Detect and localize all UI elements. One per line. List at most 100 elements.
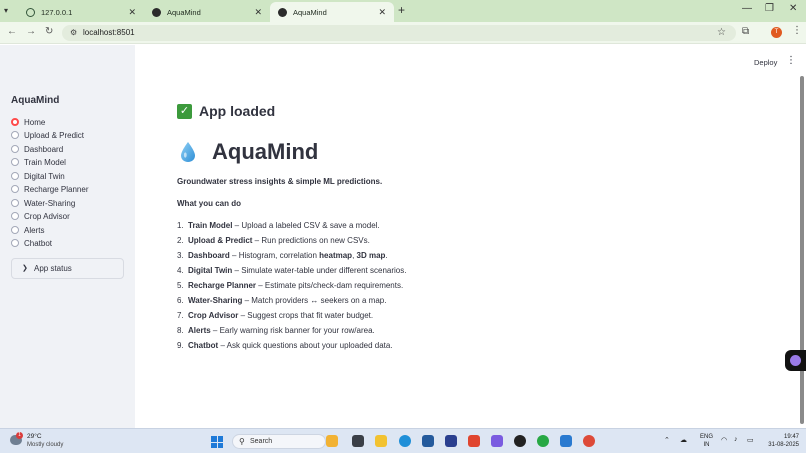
- sidebar-item-label: Crop Advisor: [24, 211, 70, 221]
- app-status-expander[interactable]: ❯ App status: [11, 258, 124, 279]
- feature-number: 6.: [177, 296, 184, 305]
- radio-selected-icon[interactable]: [11, 118, 19, 126]
- radio-icon[interactable]: [11, 145, 19, 153]
- radio-icon[interactable]: [11, 212, 19, 220]
- bookmark-star-icon[interactable]: ☆: [717, 27, 726, 38]
- feature-desc: – Estimate pits/check-dam requirements.: [256, 281, 404, 290]
- new-tab-icon[interactable]: +: [398, 3, 405, 17]
- feature-desc: – Match providers ↔ seekers on a map.: [242, 296, 387, 305]
- weather-temperature[interactable]: 29°C: [27, 433, 42, 440]
- main-menu-icon[interactable]: ⋮: [786, 55, 796, 66]
- feature-number: 9.: [177, 341, 184, 350]
- feature-item: 7. Crop Advisor – Suggest crops that fit …: [177, 311, 373, 320]
- edge-icon[interactable]: [399, 435, 411, 447]
- feature-desc: – Histogram, correlation: [229, 251, 320, 260]
- radio-icon[interactable]: [11, 185, 19, 193]
- feature-name: Alerts: [188, 326, 211, 335]
- feature-name: Digital Twin: [188, 266, 233, 275]
- weather-description[interactable]: Mostly cloudy: [27, 442, 63, 448]
- taskbar-search[interactable]: ⚲ Search: [232, 434, 326, 449]
- brave-icon[interactable]: [468, 435, 480, 447]
- sidebar-item-recharge-planner[interactable]: Recharge Planner: [11, 183, 88, 195]
- radio-icon[interactable]: [11, 131, 19, 139]
- task-view-icon[interactable]: [352, 435, 364, 447]
- app-loaded-heading: ✓ App loaded: [177, 103, 275, 119]
- extensions-icon[interactable]: ⧉: [742, 26, 749, 37]
- tab-aquamind-2[interactable]: AquaMind ✕: [270, 2, 394, 22]
- reload-icon[interactable]: ↻: [45, 26, 53, 37]
- sidebar-item-train-model[interactable]: Train Model: [11, 156, 66, 168]
- search-label: Search: [250, 438, 273, 445]
- chrome-icon[interactable]: [583, 435, 595, 447]
- feature-desc: – Run predictions on new CSVs.: [252, 236, 370, 245]
- window-close-icon[interactable]: ✕: [789, 3, 797, 14]
- tab-label: AquaMind: [167, 7, 201, 17]
- feature-number: 7.: [177, 311, 184, 320]
- radio-icon[interactable]: [11, 158, 19, 166]
- file-explorer-icon[interactable]: [375, 435, 387, 447]
- store-icon[interactable]: [422, 435, 434, 447]
- sidebar-item-dashboard[interactable]: Dashboard: [11, 143, 63, 155]
- sidebar-item-water-sharing[interactable]: Water-Sharing: [11, 197, 75, 209]
- tab-localhost-ip[interactable]: 127.0.0.1 ✕: [18, 2, 144, 22]
- tab-search-icon[interactable]: ▾: [4, 6, 8, 15]
- volume-icon[interactable]: ♪: [734, 436, 738, 443]
- sidebar-item-home[interactable]: Home: [11, 116, 45, 128]
- site-info-icon[interactable]: ⚙: [70, 28, 77, 37]
- url-text[interactable]: localhost:8501: [83, 28, 135, 37]
- close-icon[interactable]: ✕: [128, 7, 136, 18]
- sidebar-item-label: Dashboard: [24, 144, 64, 154]
- back-icon[interactable]: ←: [7, 26, 17, 37]
- sidebar-item-upload-predict[interactable]: Upload & Predict: [11, 129, 84, 141]
- feature-item: 6. Water-Sharing – Match providers ↔ seek…: [177, 296, 386, 305]
- sidebar-item-crop-advisor[interactable]: Crop Advisor: [11, 210, 70, 222]
- close-icon[interactable]: ✕: [378, 7, 386, 18]
- app-icon[interactable]: [445, 435, 457, 447]
- sidebar-item-chatbot[interactable]: Chatbot: [11, 237, 52, 249]
- radio-icon[interactable]: [11, 226, 19, 234]
- browser-tab-strip: ▾ 127.0.0.1 ✕ AquaMind ✕ AquaMind ✕ + — …: [0, 0, 806, 22]
- feature-name: Crop Advisor: [188, 311, 239, 320]
- forward-icon[interactable]: →: [26, 26, 36, 37]
- feature-item: 2. Upload & Predict – Run predictions on …: [177, 236, 370, 245]
- chevron-up-icon[interactable]: ⌃: [664, 436, 670, 444]
- profile-avatar[interactable]: T: [771, 27, 782, 38]
- browser-menu-icon[interactable]: ⋮: [792, 25, 802, 36]
- restore-icon[interactable]: ❐: [765, 3, 774, 14]
- feature-number: 2.: [177, 236, 184, 245]
- search-icon: ⚲: [239, 437, 245, 446]
- sidebar-item-label: Digital Twin: [24, 171, 65, 181]
- browser-toolbar: ← → ↻ ⚙ localhost:8501 ☆: [0, 22, 806, 44]
- floating-assistant-button[interactable]: [785, 350, 806, 371]
- page-scrollbar[interactable]: [800, 76, 804, 424]
- deploy-button[interactable]: Deploy: [754, 58, 777, 67]
- feature-item: 1. Train Model – Upload a labeled CSV & s…: [177, 221, 380, 230]
- feature-desc: – Upload a labeled CSV & save a model.: [232, 221, 380, 230]
- streamlit-icon: [278, 7, 287, 17]
- whatsapp-icon[interactable]: [537, 435, 549, 447]
- sidebar-item-alerts[interactable]: Alerts: [11, 224, 44, 236]
- widget-icon[interactable]: [326, 435, 338, 447]
- chatgpt-icon[interactable]: [514, 435, 526, 447]
- feature-name: Train Model: [188, 221, 233, 230]
- vscode-icon[interactable]: [560, 435, 572, 447]
- language-indicator[interactable]: ENG IN: [700, 433, 713, 449]
- app-icon[interactable]: [491, 435, 503, 447]
- radio-icon[interactable]: [11, 199, 19, 207]
- cloud-sync-icon[interactable]: ☁: [680, 436, 687, 444]
- sidebar-item-label: Home: [24, 117, 46, 127]
- close-icon[interactable]: ✕: [254, 7, 262, 18]
- battery-icon[interactable]: ▭: [747, 436, 754, 444]
- radio-icon[interactable]: [11, 239, 19, 247]
- sidebar-item-digital-twin[interactable]: Digital Twin: [11, 170, 65, 182]
- sidebar-item-label: Upload & Predict: [24, 130, 85, 140]
- wifi-icon[interactable]: ◠: [721, 436, 727, 444]
- app-loaded-text: App loaded: [199, 103, 276, 119]
- system-clock[interactable]: 19:47 31-08-2025: [764, 433, 799, 449]
- sidebar-item-label: Recharge Planner: [24, 184, 89, 194]
- tab-aquamind-1[interactable]: AquaMind ✕: [144, 2, 270, 22]
- start-button[interactable]: [211, 436, 223, 448]
- minimize-icon[interactable]: —: [742, 3, 752, 14]
- address-bar[interactable]: ⚙ localhost:8501 ☆: [62, 25, 736, 41]
- radio-icon[interactable]: [11, 172, 19, 180]
